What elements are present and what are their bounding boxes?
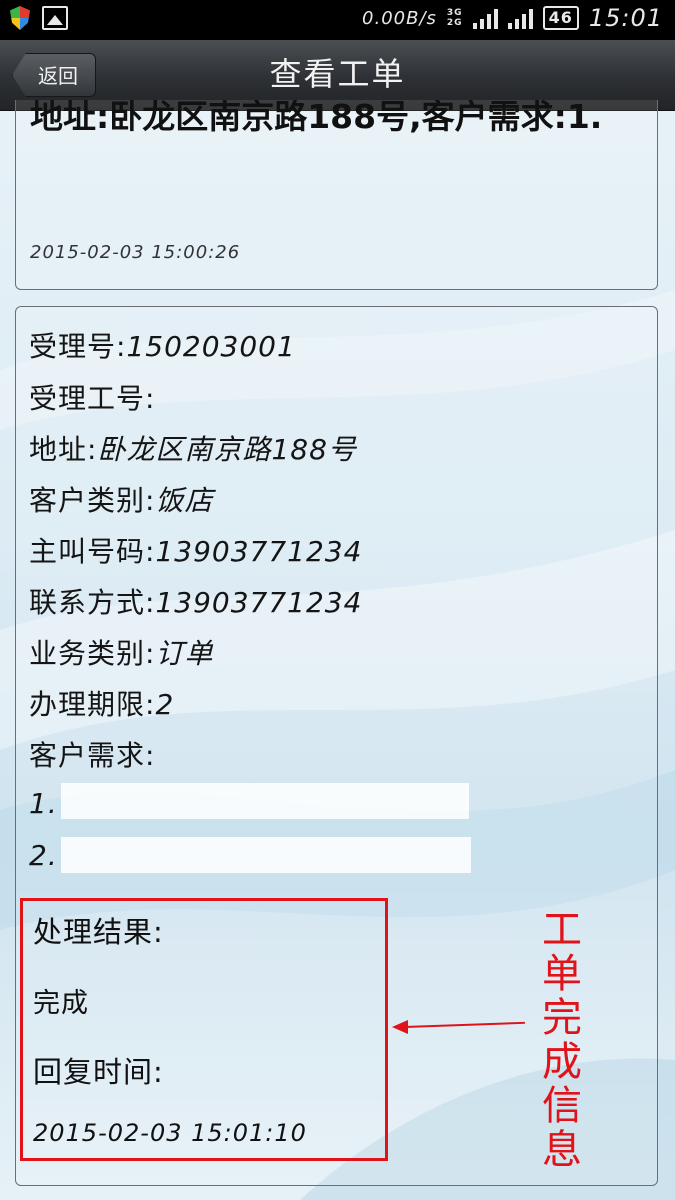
need-item-1: 1. [29,787,58,820]
field-accept-staff-id: 受理工号: [29,382,156,415]
gallery-notification-icon [42,6,68,30]
redacted-area [61,837,471,873]
need-item-2: 2. [29,839,58,872]
reply-time-label: 回复时间: [33,1055,164,1089]
field-deadline: 办理期限:2 [29,688,175,721]
status-bar: 0.00B/s 3G 2G 46 15:01 [0,0,675,40]
network-type-icon: 3G 2G [446,8,463,28]
security-shield-icon [10,6,30,30]
reply-time-value: 2015-02-03 15:01:10 [33,1119,307,1147]
field-contact: 联系方式:13903771234 [29,586,363,619]
annotation-arrow-head [392,1020,408,1034]
field-address: 地址:卧龙区南京路188号 [29,433,357,466]
field-accept-number: 受理号:150203001 [29,330,296,363]
previous-record-text: 地址:卧龙区南京路188号,客户需求:1. [30,100,603,136]
previous-record-time: 2015-02-03 15:00:26 [30,242,241,263]
redacted-area [61,783,469,819]
annotation-note: 工单完成信息 [542,907,582,1173]
field-customer-needs: 客户需求: [29,739,156,772]
result-value: 完成 [33,988,89,1019]
net-speed: 0.00B/s [362,7,437,29]
battery-icon: 46 [542,6,579,30]
completion-highlight-box: 处理结果: 完成 回复时间: 2015-02-03 15:01:10 [20,898,388,1161]
signal-icon-2 [507,7,533,29]
field-caller-number: 主叫号码:13903771234 [29,535,363,568]
result-label: 处理结果: [33,915,164,949]
signal-icon [472,7,498,29]
previous-record-card: 地址:卧龙区南京路188号,客户需求:1. 2015-02-03 15:00:2… [15,100,658,290]
field-business-type: 业务类别:订单 [29,637,214,670]
status-clock: 15:01 [588,4,663,32]
back-button[interactable]: 返回 [12,53,96,97]
field-customer-type: 客户类别:饭店 [29,484,214,517]
